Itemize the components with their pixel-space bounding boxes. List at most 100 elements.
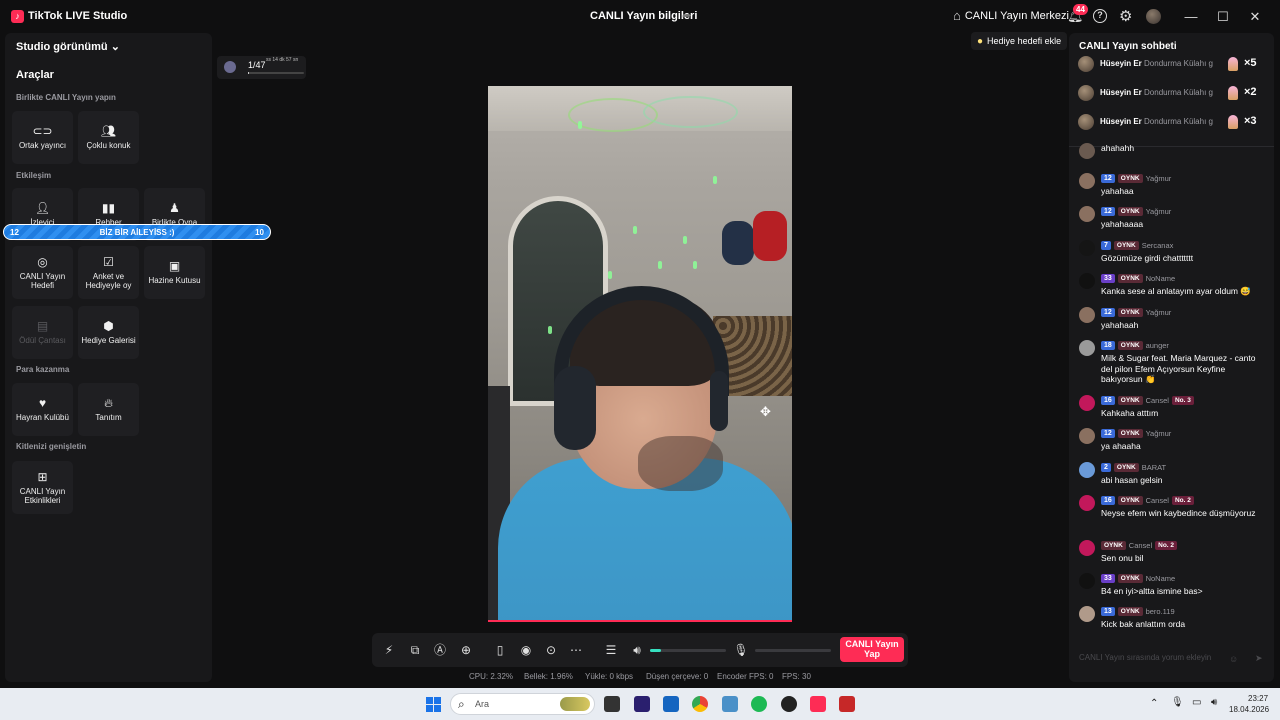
record-icon[interactable]: ◉ <box>518 642 534 658</box>
avatar[interactable] <box>1079 462 1095 478</box>
chrome-icon[interactable] <box>692 696 708 712</box>
tray-network-icon[interactable]: ▭ <box>1192 697 1201 708</box>
ai-icon[interactable]: Ⓐ <box>432 642 448 658</box>
viewer-counter[interactable]: 1/47 ss 14 dk 57 sn <box>217 56 306 79</box>
avatar[interactable] <box>1079 540 1095 556</box>
tray-chevron-icon[interactable]: ⌃ <box>1150 698 1158 709</box>
sliders-icon[interactable]: ☰ <box>603 642 619 658</box>
avatar[interactable] <box>1079 143 1095 159</box>
fan-badge: OYNK <box>1117 341 1143 350</box>
message-text: abi hasan gelsin <box>1101 475 1163 485</box>
tool-live-events[interactable]: ⊞ CANLI Yayın Etkinlikleri <box>12 461 73 514</box>
volume-slider[interactable] <box>650 649 726 652</box>
tool-label: Ödül Çantası <box>19 336 66 345</box>
message-username[interactable]: NoName <box>1146 274 1176 283</box>
message-username[interactable]: bero.119 <box>1146 607 1175 616</box>
tool-fan-club[interactable]: ♥ Hayran Kulübü <box>12 383 73 436</box>
tool-gift-gallery[interactable]: ⬢ Hediye Galerisi <box>78 306 139 359</box>
avatar[interactable] <box>1078 85 1094 101</box>
mic-slider[interactable] <box>755 649 831 652</box>
message-username[interactable]: BARAT <box>1142 463 1166 472</box>
spotify-icon[interactable] <box>751 696 767 712</box>
avatar[interactable] <box>1079 340 1095 356</box>
help-icon[interactable]: ? <box>1093 9 1107 23</box>
go-live-button[interactable]: CANLI Yayın Yap <box>840 637 904 662</box>
viewer-progress-bar <box>248 72 304 74</box>
after-effects-icon[interactable] <box>634 696 650 712</box>
avatar[interactable] <box>1079 273 1095 289</box>
avatar[interactable] <box>1146 9 1161 24</box>
share-icon[interactable]: ➦ <box>682 9 691 22</box>
send-icon[interactable]: ➤ <box>1255 653 1263 664</box>
message-username[interactable]: Yağmur <box>1146 429 1172 438</box>
add-source-icon[interactable]: ⊕ <box>458 642 474 658</box>
avatar[interactable] <box>1079 307 1095 323</box>
outlook-icon[interactable] <box>663 696 679 712</box>
effects-icon[interactable]: ⧉ <box>407 642 423 658</box>
message-meta: OYNK Cansel No. 2 <box>1101 540 1178 551</box>
emoji-icon[interactable]: ☺ <box>1229 654 1238 664</box>
obs-icon[interactable] <box>839 696 855 712</box>
taskbar-search[interactable]: ⌕ Ara <box>450 693 595 715</box>
tray-mic-icon[interactable]: 🎙︎ <box>1171 697 1184 708</box>
avatar[interactable] <box>1079 240 1095 256</box>
tray-volume-icon[interactable]: 🔊︎ <box>1211 697 1217 708</box>
message-meta: 33 OYNK NoName <box>1101 273 1175 284</box>
speaker-icon[interactable]: 🔊︎ <box>629 642 645 658</box>
avatar[interactable] <box>1079 428 1095 444</box>
maximize-icon[interactable]: ☐ <box>1215 9 1231 25</box>
section-interaction: Etkileşim <box>16 171 52 180</box>
magic-wand-icon[interactable]: ⚡︎ <box>381 642 397 658</box>
close-icon[interactable]: ✕ <box>1247 9 1263 25</box>
settings-app-icon[interactable] <box>722 696 738 712</box>
message-username[interactable]: aunger <box>1146 341 1169 350</box>
gift-name: Dondurma Külahı g <box>1144 117 1213 126</box>
tool-co-host[interactable]: ⊂⊃ Ortak yayıncı <box>12 111 73 164</box>
tool-multi-guest[interactable]: 👥︎ Çoklu konuk <box>78 111 139 164</box>
avatar[interactable] <box>1079 206 1095 222</box>
clock-date[interactable]: 18.04.2026 <box>1229 705 1269 714</box>
avatar[interactable] <box>1079 173 1095 189</box>
message-username[interactable]: NoName <box>1146 574 1176 583</box>
avatar[interactable] <box>1079 395 1095 411</box>
clock-time[interactable]: 23:27 <box>1248 694 1268 703</box>
more-icon[interactable]: ⋯ <box>568 642 584 658</box>
tool-poll[interactable]: ☑ Anket ve Hediyeyle oy <box>78 246 139 299</box>
avatar[interactable] <box>1078 114 1094 130</box>
fan-badge: OYNK <box>1117 574 1143 583</box>
viewer-time: ss 14 dk 57 sn <box>266 57 299 63</box>
tiktok-live-studio-icon[interactable] <box>810 696 826 712</box>
avatar[interactable] <box>1078 56 1094 72</box>
message-username[interactable]: Sercanax <box>1142 241 1174 250</box>
message-username[interactable]: Yağmur <box>1146 207 1172 216</box>
tool-treasure[interactable]: ▣ Hazine Kutusu <box>144 246 205 299</box>
section-audience: Kitlenizi genişletin <box>16 442 87 451</box>
avatar[interactable] <box>1079 606 1095 622</box>
message-meta: 18 OYNK aunger <box>1101 340 1169 351</box>
tool-promote[interactable]: 🔥︎ Tanıtım <box>78 383 139 436</box>
tool-live-goal[interactable]: ◎ CANLI Yayın Hedefi <box>12 246 73 299</box>
windows-start-icon[interactable] <box>426 697 441 712</box>
message-username[interactable]: Yağmur <box>1146 308 1172 317</box>
fan-badge: OYNK <box>1117 308 1143 317</box>
live-center-link[interactable]: ⌂ CANLI Yayın Merkezi <box>953 8 1069 23</box>
message-username[interactable]: Cansel <box>1129 541 1152 550</box>
microphone-icon[interactable]: 🎙︎ <box>733 642 749 658</box>
screenshot-icon[interactable]: ⊙ <box>543 642 559 658</box>
gear-icon[interactable]: ⚙ <box>1119 7 1132 25</box>
message-username[interactable]: Cansel <box>1146 496 1169 505</box>
portrait-icon[interactable]: ▯ <box>492 642 508 658</box>
message-username[interactable]: Yağmur <box>1146 174 1172 183</box>
gift-goal-button[interactable]: ● Hediye hedefi ekle <box>971 32 1068 50</box>
message-username[interactable]: Cansel <box>1146 396 1169 405</box>
light-dot <box>683 236 687 244</box>
studio-view-dropdown[interactable]: Studio görünümü ⌄ <box>16 40 120 53</box>
gift-count: ×3 <box>1244 115 1257 127</box>
minimize-icon[interactable]: — <box>1183 9 1199 24</box>
avatar[interactable] <box>1079 495 1095 511</box>
avatar[interactable] <box>1079 573 1095 589</box>
tool-reward-bag[interactable]: ▤ Ödül Çantası <box>12 306 73 359</box>
studio-view-label: Studio görünümü <box>16 41 108 53</box>
task-view-icon[interactable] <box>604 696 620 712</box>
steam-icon[interactable] <box>781 696 797 712</box>
